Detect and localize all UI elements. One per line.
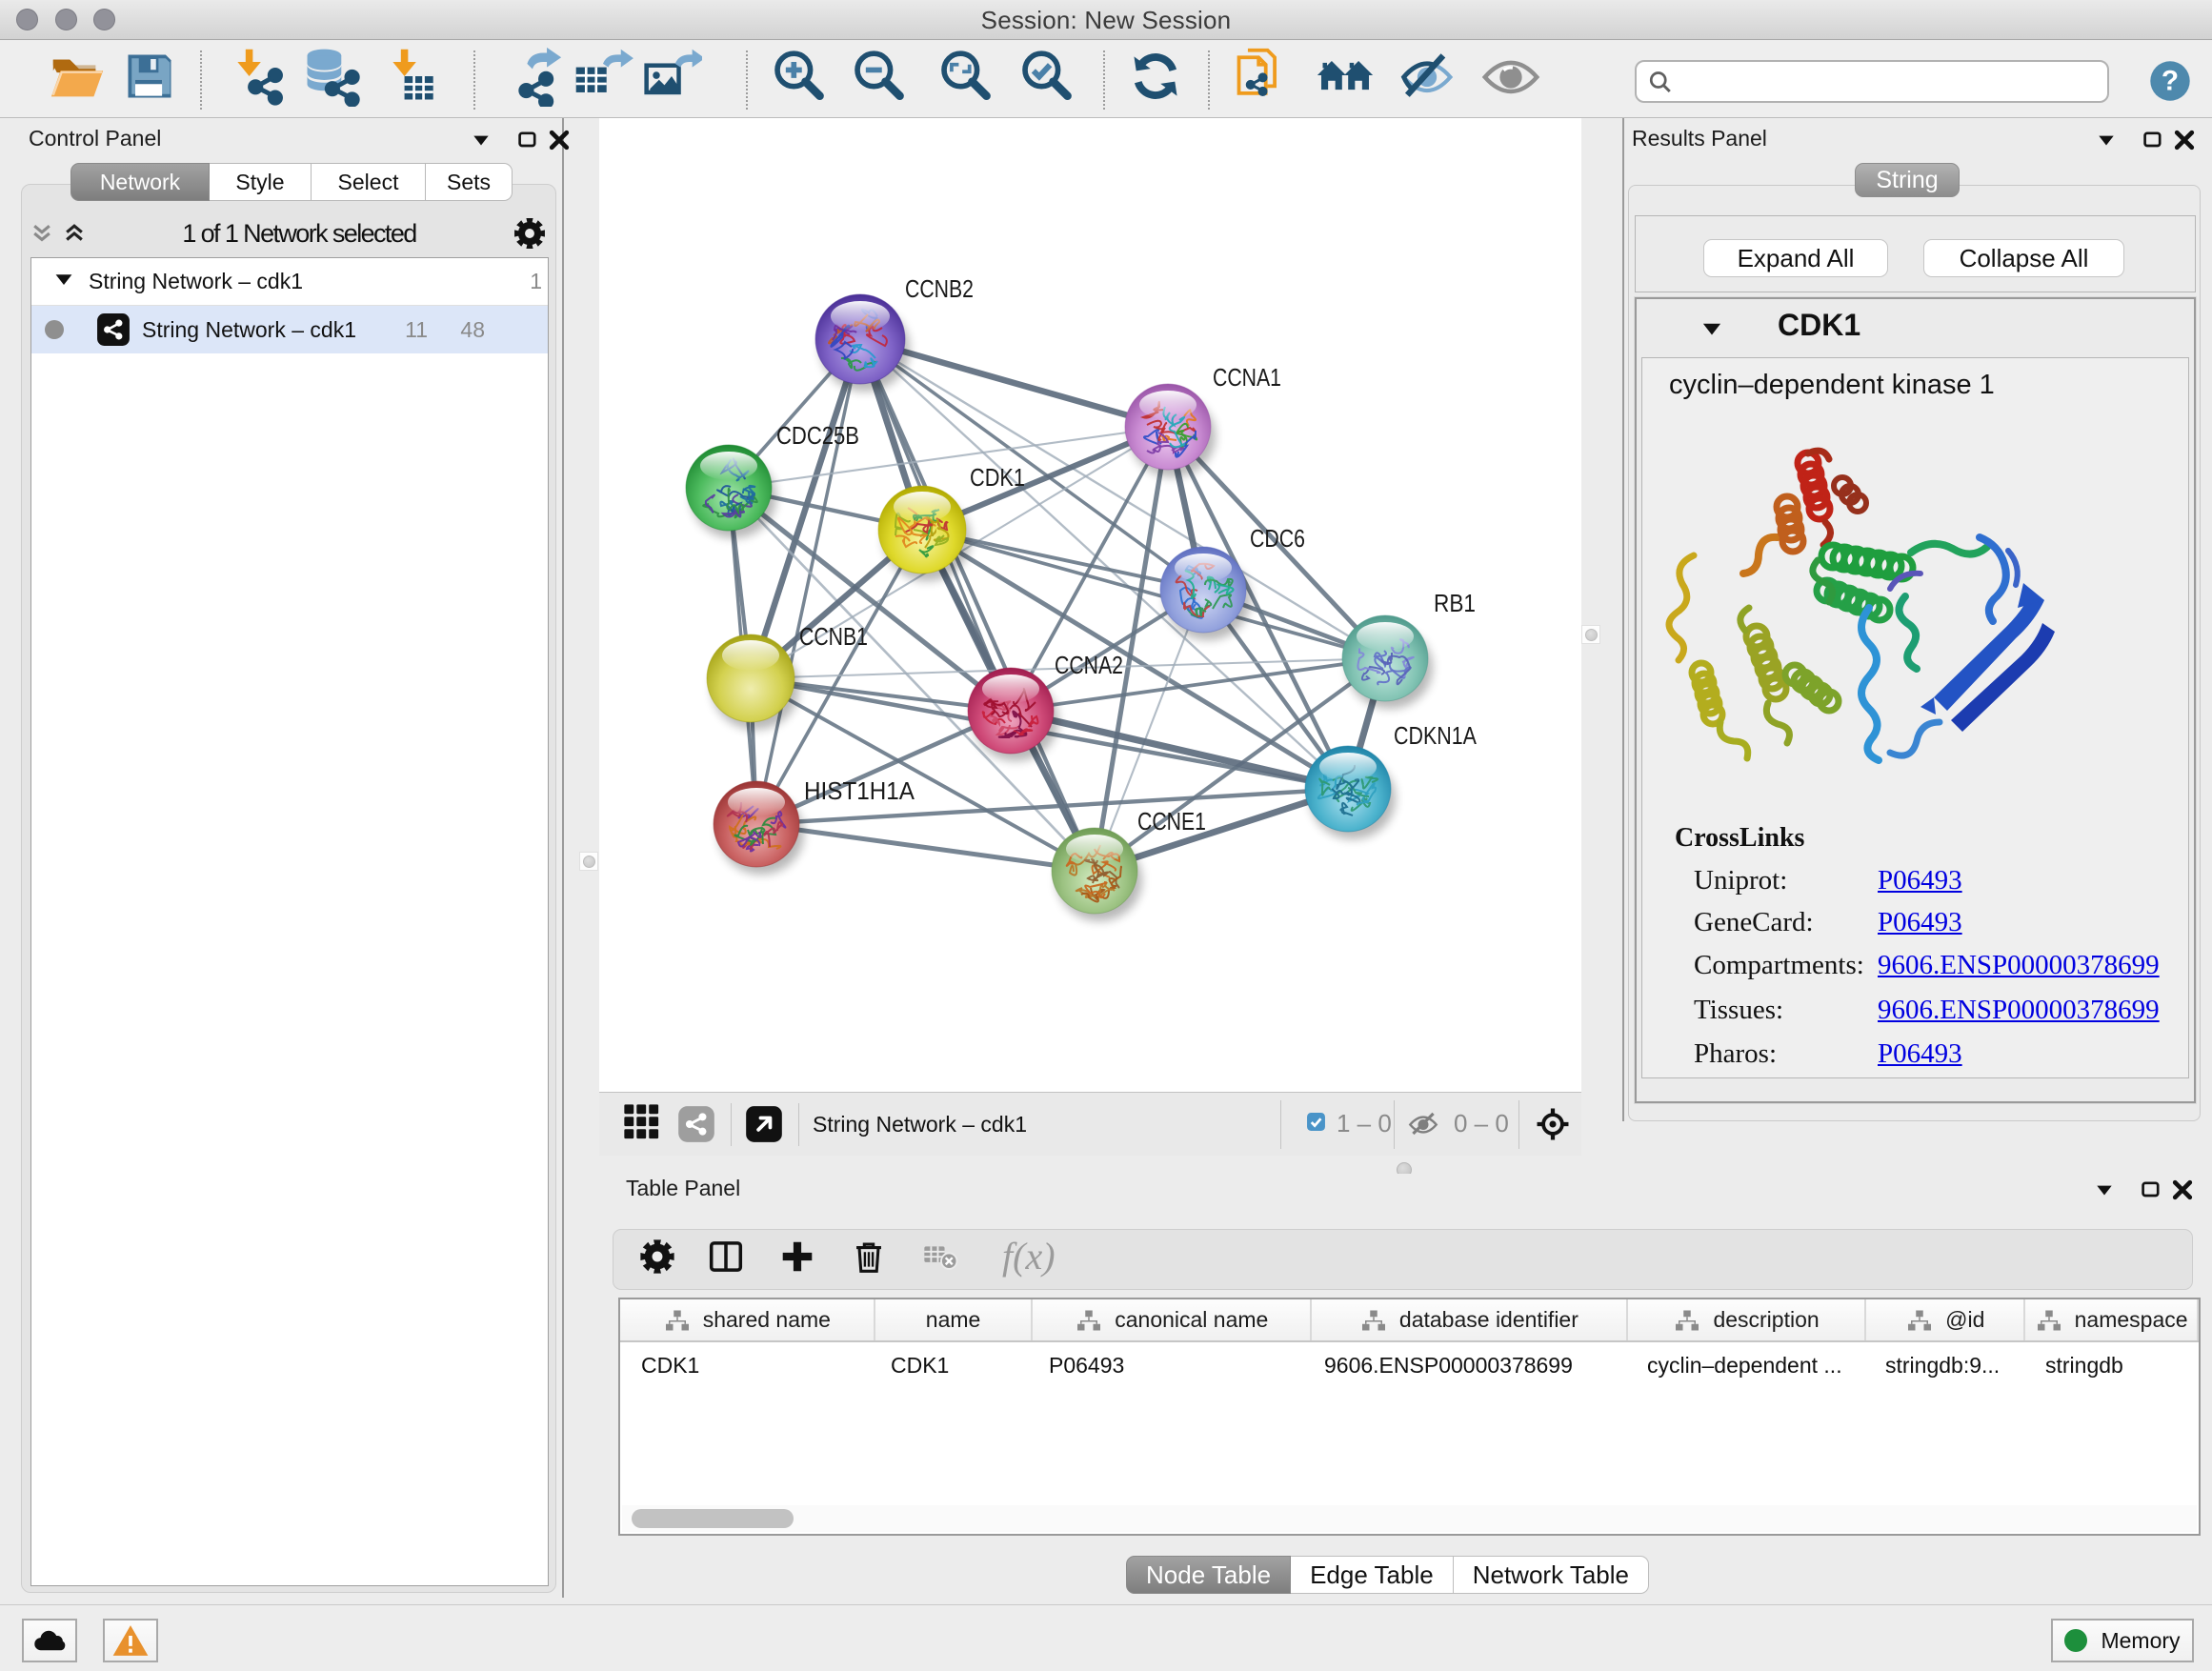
- svg-text:RB1: RB1: [1434, 589, 1476, 617]
- svg-text:CCNA2: CCNA2: [1055, 651, 1123, 679]
- svg-text:CDKN1A: CDKN1A: [1394, 721, 1478, 750]
- svg-text:CDC25B: CDC25B: [776, 421, 859, 450]
- svg-text:CCNB1: CCNB1: [799, 622, 868, 651]
- svg-text:CDK1: CDK1: [970, 463, 1025, 492]
- svg-text:CDC6: CDC6: [1250, 524, 1305, 553]
- svg-text:CCNA1: CCNA1: [1213, 363, 1281, 392]
- svg-text:CCNB2: CCNB2: [905, 274, 974, 303]
- svg-text:HIST1H1A: HIST1H1A: [804, 776, 915, 805]
- svg-text:?: ?: [2162, 66, 2179, 97]
- svg-text:CCNE1: CCNE1: [1137, 807, 1206, 836]
